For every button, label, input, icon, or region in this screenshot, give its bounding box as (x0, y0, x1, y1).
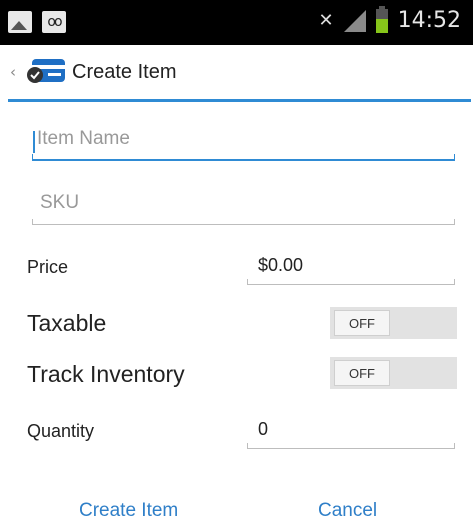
item-name-input[interactable] (32, 128, 460, 150)
taxable-label: Taxable (27, 310, 107, 336)
quantity-label: Quantity (27, 421, 95, 441)
quantity-input[interactable] (247, 419, 466, 440)
price-field[interactable] (247, 255, 466, 285)
action-bar-divider (8, 99, 471, 102)
create-item-button[interactable]: Create Item (79, 500, 178, 522)
sku-field[interactable] (32, 192, 463, 225)
status-time: 14:52 (397, 8, 461, 33)
quantity-field[interactable] (247, 419, 466, 449)
cancel-button[interactable]: Cancel (318, 500, 377, 522)
track-inventory-label: Track Inventory (27, 361, 185, 387)
signal-icon (343, 9, 366, 32)
battery-icon (375, 5, 388, 33)
voicemail-icon: oo (42, 11, 66, 33)
taxable-toggle[interactable]: OFF (330, 307, 457, 339)
system-icons: ✕ 14:52 (318, 5, 461, 33)
action-bar: ‹ Create Item (0, 45, 473, 100)
taxable-toggle-state: OFF (334, 310, 390, 336)
price-label: Price (27, 257, 69, 277)
item-name-field[interactable] (32, 128, 460, 161)
status-bar: oo ✕ 14:52 (0, 0, 473, 45)
sku-input[interactable] (32, 192, 463, 214)
back-chevron-icon[interactable]: ‹ (10, 63, 16, 81)
track-inventory-toggle[interactable]: OFF (330, 357, 457, 389)
image-notification-icon (8, 11, 32, 33)
app-logo-icon[interactable] (26, 58, 66, 84)
mute-icon: ✕ (318, 10, 334, 31)
page-title: Create Item (72, 61, 177, 83)
notification-icons: oo (8, 11, 66, 33)
track-inventory-toggle-state: OFF (334, 360, 390, 386)
text-cursor (33, 131, 35, 153)
price-input[interactable] (247, 255, 466, 276)
